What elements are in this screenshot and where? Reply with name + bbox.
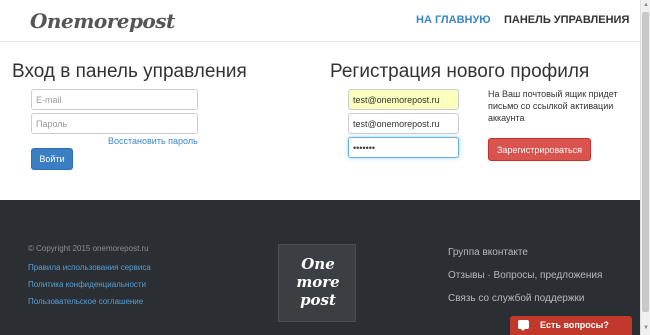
footer-link-agreement[interactable]: Пользовательское соглашение <box>28 297 143 306</box>
footer-link-rules[interactable]: Правила использования сервиса <box>28 263 151 272</box>
scroll-thumb[interactable] <box>642 12 649 312</box>
scroll-up-arrow-icon[interactable]: ▲ <box>643 2 649 8</box>
nav-home-link[interactable]: НА ГЛАВНУЮ <box>416 14 491 26</box>
register-title: Регистрация нового профиля <box>330 61 590 82</box>
footer-logo-line: One <box>301 255 335 273</box>
login-password-input[interactable] <box>31 113 198 134</box>
footer-link-privacy[interactable]: Политика конфиденциальности <box>28 280 146 289</box>
footer-link-feedback[interactable]: Отзывы · Вопросы, предложения <box>448 270 602 281</box>
scroll-down-arrow-icon[interactable]: ▼ <box>643 325 649 331</box>
forgot-password-link[interactable]: Восстановить пароль <box>108 136 198 146</box>
footer-logo: One more post <box>278 244 356 322</box>
footer-link-vk[interactable]: Группа вконтакте <box>448 247 528 258</box>
register-password-input[interactable] <box>348 137 459 158</box>
register-button[interactable]: Зарегистрироваться <box>488 138 591 161</box>
site-logo[interactable]: Onemorepost <box>30 9 175 33</box>
nav-panel-link[interactable]: ПАНЕЛЬ УПРАВЛЕНИЯ <box>504 14 629 26</box>
register-email-confirm-input[interactable] <box>348 113 459 134</box>
footer-logo-line: more <box>296 273 340 291</box>
footer-logo-line: post <box>300 291 336 309</box>
main-content: Вход в панель управления Восстановить па… <box>0 43 640 200</box>
copyright-text: © Copyright 2015 onemorepost.ru <box>28 244 149 253</box>
site-header: Onemorepost НА ГЛАВНУЮ ПАНЕЛЬ УПРАВЛЕНИЯ <box>0 0 640 42</box>
chat-bubble-icon <box>518 320 529 331</box>
login-button[interactable]: Войти <box>31 148 73 170</box>
chat-button[interactable]: Есть вопросы? <box>510 316 632 335</box>
login-email-input[interactable] <box>31 89 198 110</box>
chat-button-label: Есть вопросы? <box>540 320 609 330</box>
footer-link-support[interactable]: Связь со службой поддержки <box>448 293 584 304</box>
site-footer: © Copyright 2015 onemorepost.ru Правила … <box>0 200 640 335</box>
register-note: На Ваш почтовый ящик придет письмо со сс… <box>488 89 618 123</box>
login-title: Вход в панель управления <box>12 61 247 82</box>
register-email-input[interactable] <box>348 89 459 110</box>
page-scrollbar[interactable]: ▲ ▼ <box>640 0 650 335</box>
